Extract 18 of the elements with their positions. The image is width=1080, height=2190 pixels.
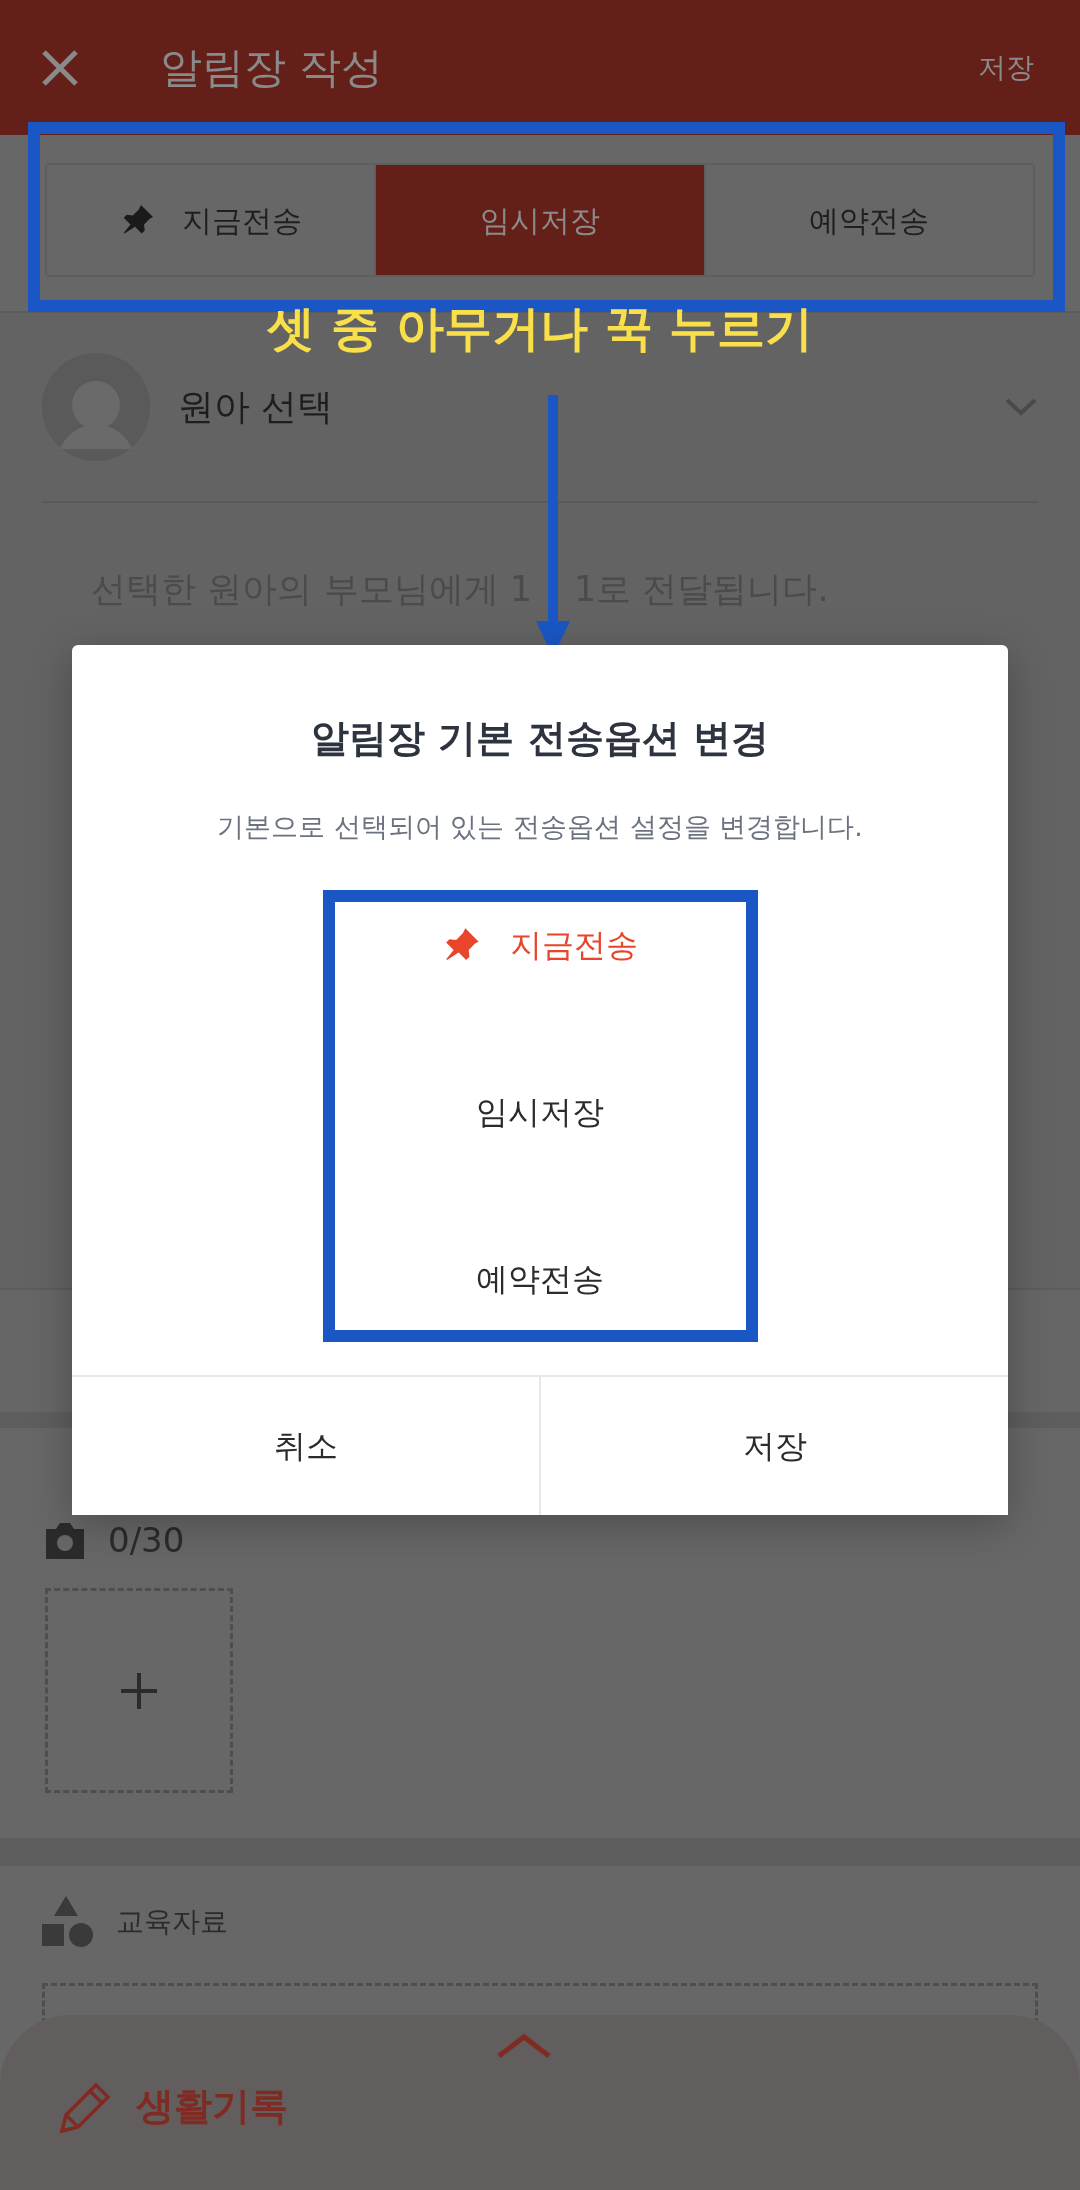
photo-count: 0/30 [108, 1519, 185, 1562]
send-option-tab[interactable]: 지금전송 [47, 165, 377, 275]
chevron-up-icon[interactable] [496, 2033, 552, 2059]
chevron-down-icon[interactable] [1004, 397, 1038, 417]
dialog-message: 기본으로 선택되어 있는 전송옵션 설정을 변경합니다. [216, 810, 864, 844]
cancel-button[interactable]: 취소 [72, 1377, 541, 1515]
shapes-icon [42, 1896, 94, 1948]
save-button[interactable]: 저장 [972, 45, 1040, 90]
annotation-text: 셋 중 아무거나 꾹 누르기 [265, 299, 815, 358]
plus-icon [121, 1672, 157, 1709]
close-icon[interactable] [40, 47, 80, 88]
send-option-tab[interactable]: 임시저장 [376, 165, 706, 275]
child-select-label[interactable]: 원아 선택 [178, 380, 1004, 434]
add-photo-button[interactable] [45, 1588, 233, 1793]
screen-title: 알림장 작성 [160, 42, 385, 94]
materials-label: 교육자료 [116, 1904, 228, 1940]
save-button[interactable]: 저장 [541, 1377, 1008, 1515]
dialog-title: 알림장 기본 전송옵션 변경 [310, 715, 770, 762]
